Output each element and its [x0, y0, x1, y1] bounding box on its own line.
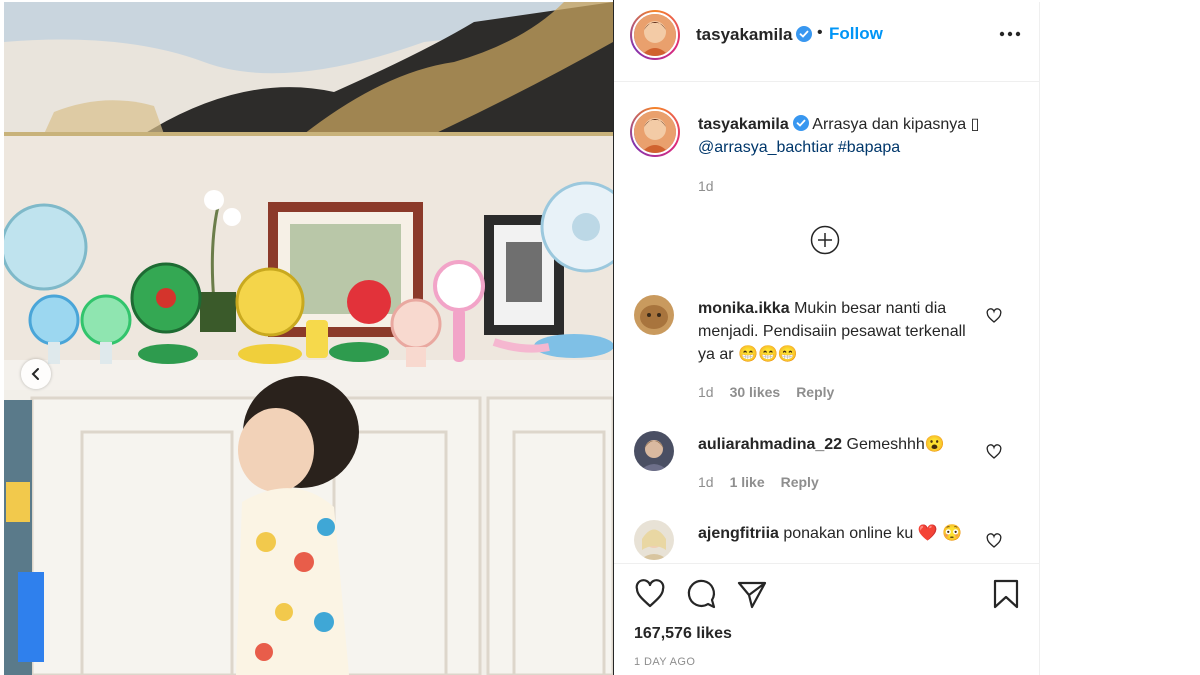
caption-avatar-image	[634, 111, 676, 153]
reply-button[interactable]: Reply	[796, 384, 834, 400]
comment-username[interactable]: monika.ikka	[698, 300, 790, 317]
post-actions: 167,576 likes 1 DAY AGO	[614, 563, 1040, 675]
comment-text: monika.ikka Mukin besar nanti dia menjad…	[698, 297, 978, 366]
comment-text: ajengfitriia ponakan online ku ❤️ 😳	[698, 522, 978, 545]
comment-time[interactable]: 1d	[698, 474, 714, 490]
comment-meta: 1d 30 likes Reply	[698, 384, 834, 400]
heart-icon[interactable]	[986, 533, 1002, 549]
post-caption: tasyakamila Arrasya dan kipasnya ▯ @arra…	[698, 113, 1018, 159]
commenter-avatar[interactable]	[634, 431, 674, 471]
commenter-avatar-image	[634, 431, 674, 471]
post-timestamp[interactable]: 1 DAY AGO	[634, 656, 695, 668]
heart-icon[interactable]	[634, 578, 666, 610]
post-header: tasyakamila • Follow	[614, 2, 1040, 82]
caption-hashtag-link[interactable]: #bapapa	[838, 139, 900, 156]
previous-photo-button[interactable]	[21, 359, 51, 389]
verified-badge-icon	[792, 115, 809, 131]
caption-timestamp[interactable]: 1d	[698, 178, 714, 194]
commenter-avatar[interactable]	[634, 295, 674, 335]
chevron-left-icon	[31, 368, 39, 380]
heart-icon[interactable]	[986, 444, 1002, 460]
comment-username[interactable]: ajengfitriia	[698, 525, 779, 542]
post-photo[interactable]	[4, 2, 613, 675]
author-avatar[interactable]	[630, 10, 680, 60]
author-username[interactable]: tasyakamila	[696, 25, 813, 45]
comment-body: ponakan online ku ❤️ 😳	[783, 525, 962, 542]
post-sidebar: tasyakamila • Follow tasyakamila Arrasya…	[614, 2, 1040, 675]
bookmark-icon[interactable]	[990, 578, 1022, 610]
follow-button[interactable]: Follow	[829, 24, 883, 44]
author-avatar-image	[634, 14, 676, 56]
caption-mention-link[interactable]: @arrasya_bachtiar	[698, 139, 833, 156]
reply-button[interactable]: Reply	[781, 474, 819, 490]
comments-feed[interactable]: tasyakamila Arrasya dan kipasnya ▯ @arra…	[614, 83, 1040, 563]
plus-circle-icon[interactable]	[810, 225, 840, 255]
verified-badge-icon	[796, 26, 813, 42]
more-options-icon[interactable]	[998, 24, 1022, 44]
photo-illustration	[4, 2, 613, 675]
comment-likes[interactable]: 30 likes	[730, 384, 781, 400]
comment-username[interactable]: auliarahmadina_22	[698, 436, 842, 453]
commenter-avatar[interactable]	[634, 520, 674, 560]
comment-text: auliarahmadina_22 Gemeshhh😮	[698, 433, 978, 456]
commenter-avatar-image	[634, 520, 674, 560]
header-separator: •	[817, 24, 823, 41]
paper-plane-icon[interactable]	[736, 578, 768, 610]
comment-icon[interactable]	[685, 578, 717, 610]
comment-likes[interactable]: 1 like	[730, 474, 765, 490]
commenter-avatar-image	[634, 295, 674, 335]
likes-count[interactable]: 167,576 likes	[634, 625, 732, 643]
comment-body: Gemeshhh😮	[846, 436, 945, 453]
caption-text: Arrasya dan kipasnya ▯	[812, 116, 980, 133]
caption-author-avatar[interactable]	[630, 107, 680, 157]
author-username-text[interactable]: tasyakamila	[696, 25, 792, 44]
comment-time[interactable]: 1d	[698, 384, 714, 400]
heart-icon[interactable]	[986, 308, 1002, 324]
caption-username[interactable]: tasyakamila	[698, 116, 789, 133]
comment-meta: 1d 1 like Reply	[698, 474, 819, 490]
